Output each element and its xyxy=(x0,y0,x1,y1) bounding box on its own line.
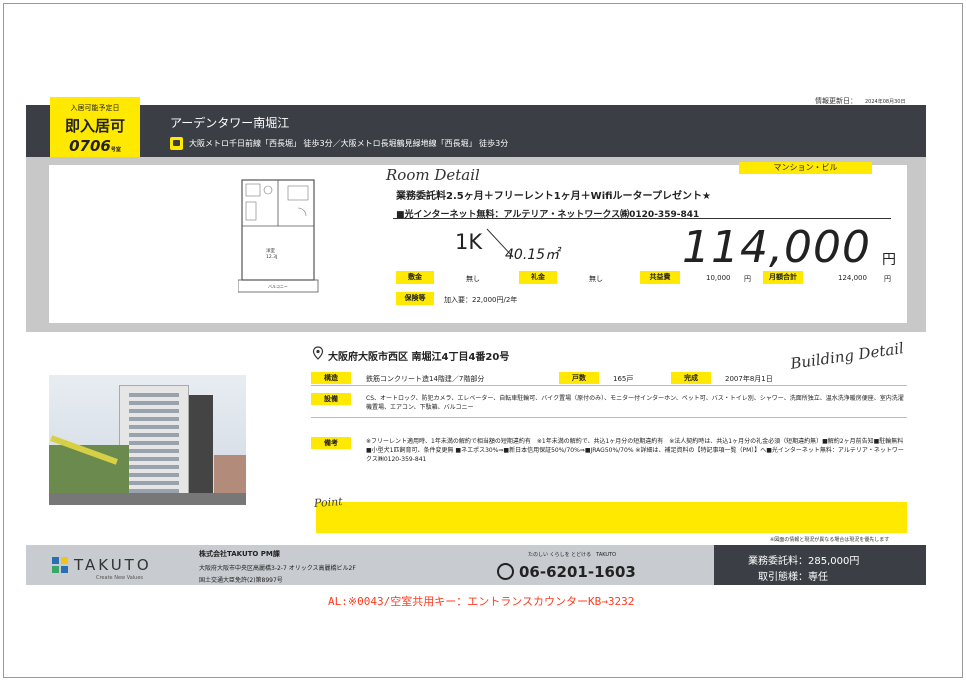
point-title: Point xyxy=(313,495,344,510)
building-name: アーデンタワー南堀江 xyxy=(170,116,290,130)
layout: 1K xyxy=(455,230,483,254)
takuto-logo-icon xyxy=(52,557,68,573)
built-value: 2007年8月1日 xyxy=(725,375,773,383)
property-type-tag: マンション・ビル xyxy=(739,162,872,174)
notes-value: ※フリーレント適用時、1年未満の解約で相当額の短期違約有 ※1年未満の解約で、共… xyxy=(366,438,904,463)
disclaimer: ※図面の情報と現況が異なる場合は現況を優先します xyxy=(770,537,890,543)
location-pin-icon xyxy=(312,346,324,360)
logo-text: TAKUTO xyxy=(74,556,152,574)
access-key-note: AL:※0043/空室共用キー：エントランスカウンターKB→3232 xyxy=(328,595,635,608)
common-fee-unit: 円 xyxy=(744,275,751,283)
structure-label: 構造 xyxy=(311,372,351,384)
common-fee-value: 10,000 xyxy=(706,274,731,282)
key-money-value: 無し xyxy=(589,275,603,283)
common-fee-label: 共益費 xyxy=(640,271,680,284)
insurance-value: 加入要：22,000円/2年 xyxy=(444,296,518,304)
units-value: 165戸 xyxy=(613,375,634,383)
rent-price: 114,000 xyxy=(682,222,871,273)
company-slogan: たのしい くらしを とどける TAKUTO xyxy=(528,552,617,558)
address: 大阪府大阪市西区 南堀江4丁目4番20号 xyxy=(328,352,510,363)
station-access: 大阪メトロ千日前線「西長堀」 徒歩3分／大阪メトロ長堀鶴見緑地線「西長堀」 徒歩… xyxy=(189,139,509,148)
deposit-value: 無し xyxy=(466,275,480,283)
point-box xyxy=(316,502,907,533)
promo-text: 業務委託料2.5ヶ月＋フリーレント1ヶ月＋Wifiルータープレゼント★ xyxy=(396,191,711,202)
row-divider xyxy=(311,417,907,418)
built-label: 完成 xyxy=(671,372,711,384)
units-label: 戸数 xyxy=(559,372,599,384)
deposit-label: 敷金 xyxy=(396,271,434,284)
header-bar xyxy=(26,105,926,157)
notes-label: 備考 xyxy=(311,437,351,449)
row-divider xyxy=(311,385,907,386)
room-number: 0706号室 xyxy=(69,137,121,155)
building-photo xyxy=(49,375,246,505)
phone-number[interactable]: 06-6201-1603 xyxy=(519,563,636,581)
monthly-total-value: 124,000 xyxy=(838,274,867,282)
commission-fee: 業務委託料：285,000円 xyxy=(748,556,860,567)
floorplan-balcony: バルコニー xyxy=(268,284,288,289)
structure-value: 鉄筋コンクリート造14階建／7階部分 xyxy=(366,375,485,383)
company-address: 大阪府大阪市中央区高麗橋3-2-7 オリックス高麗橋ビル2F xyxy=(199,565,356,572)
floorplan-size: 12.3J xyxy=(266,254,277,260)
monthly-total-unit: 円 xyxy=(884,275,891,283)
equipment-label: 設備 xyxy=(311,393,351,405)
company-name: 株式会社TAKUTO PM課 xyxy=(199,550,280,558)
equipment-value: CS、オートロック、防犯カメラ、エレベーター、自転車駐輪可、バイク置場（原付のみ… xyxy=(366,395,904,411)
insurance-label: 保険等 xyxy=(396,292,434,305)
floor-area: 40.15㎡ xyxy=(505,247,560,263)
room-detail-title: Room Detail xyxy=(386,166,480,184)
phone-icon xyxy=(497,563,514,580)
floorplan-room-label: 洋室 xyxy=(266,247,275,254)
transaction-type: 取引態様：専任 xyxy=(758,572,828,583)
train-icon xyxy=(170,137,183,150)
divider xyxy=(393,218,891,219)
monthly-total-label: 月額合計 xyxy=(763,271,803,284)
badge-caption: 入居可能予定日 xyxy=(70,104,120,112)
company-license: 国土交通大臣免許(2)第8997号 xyxy=(199,577,283,584)
logo-tagline: Create New Values xyxy=(96,575,144,581)
floorplan: 洋室 12.3J バルコニー xyxy=(238,179,319,293)
badge-status: 即入居可 xyxy=(64,117,125,135)
rent-unit: 円 xyxy=(882,252,896,268)
key-money-label: 礼金 xyxy=(519,271,557,284)
